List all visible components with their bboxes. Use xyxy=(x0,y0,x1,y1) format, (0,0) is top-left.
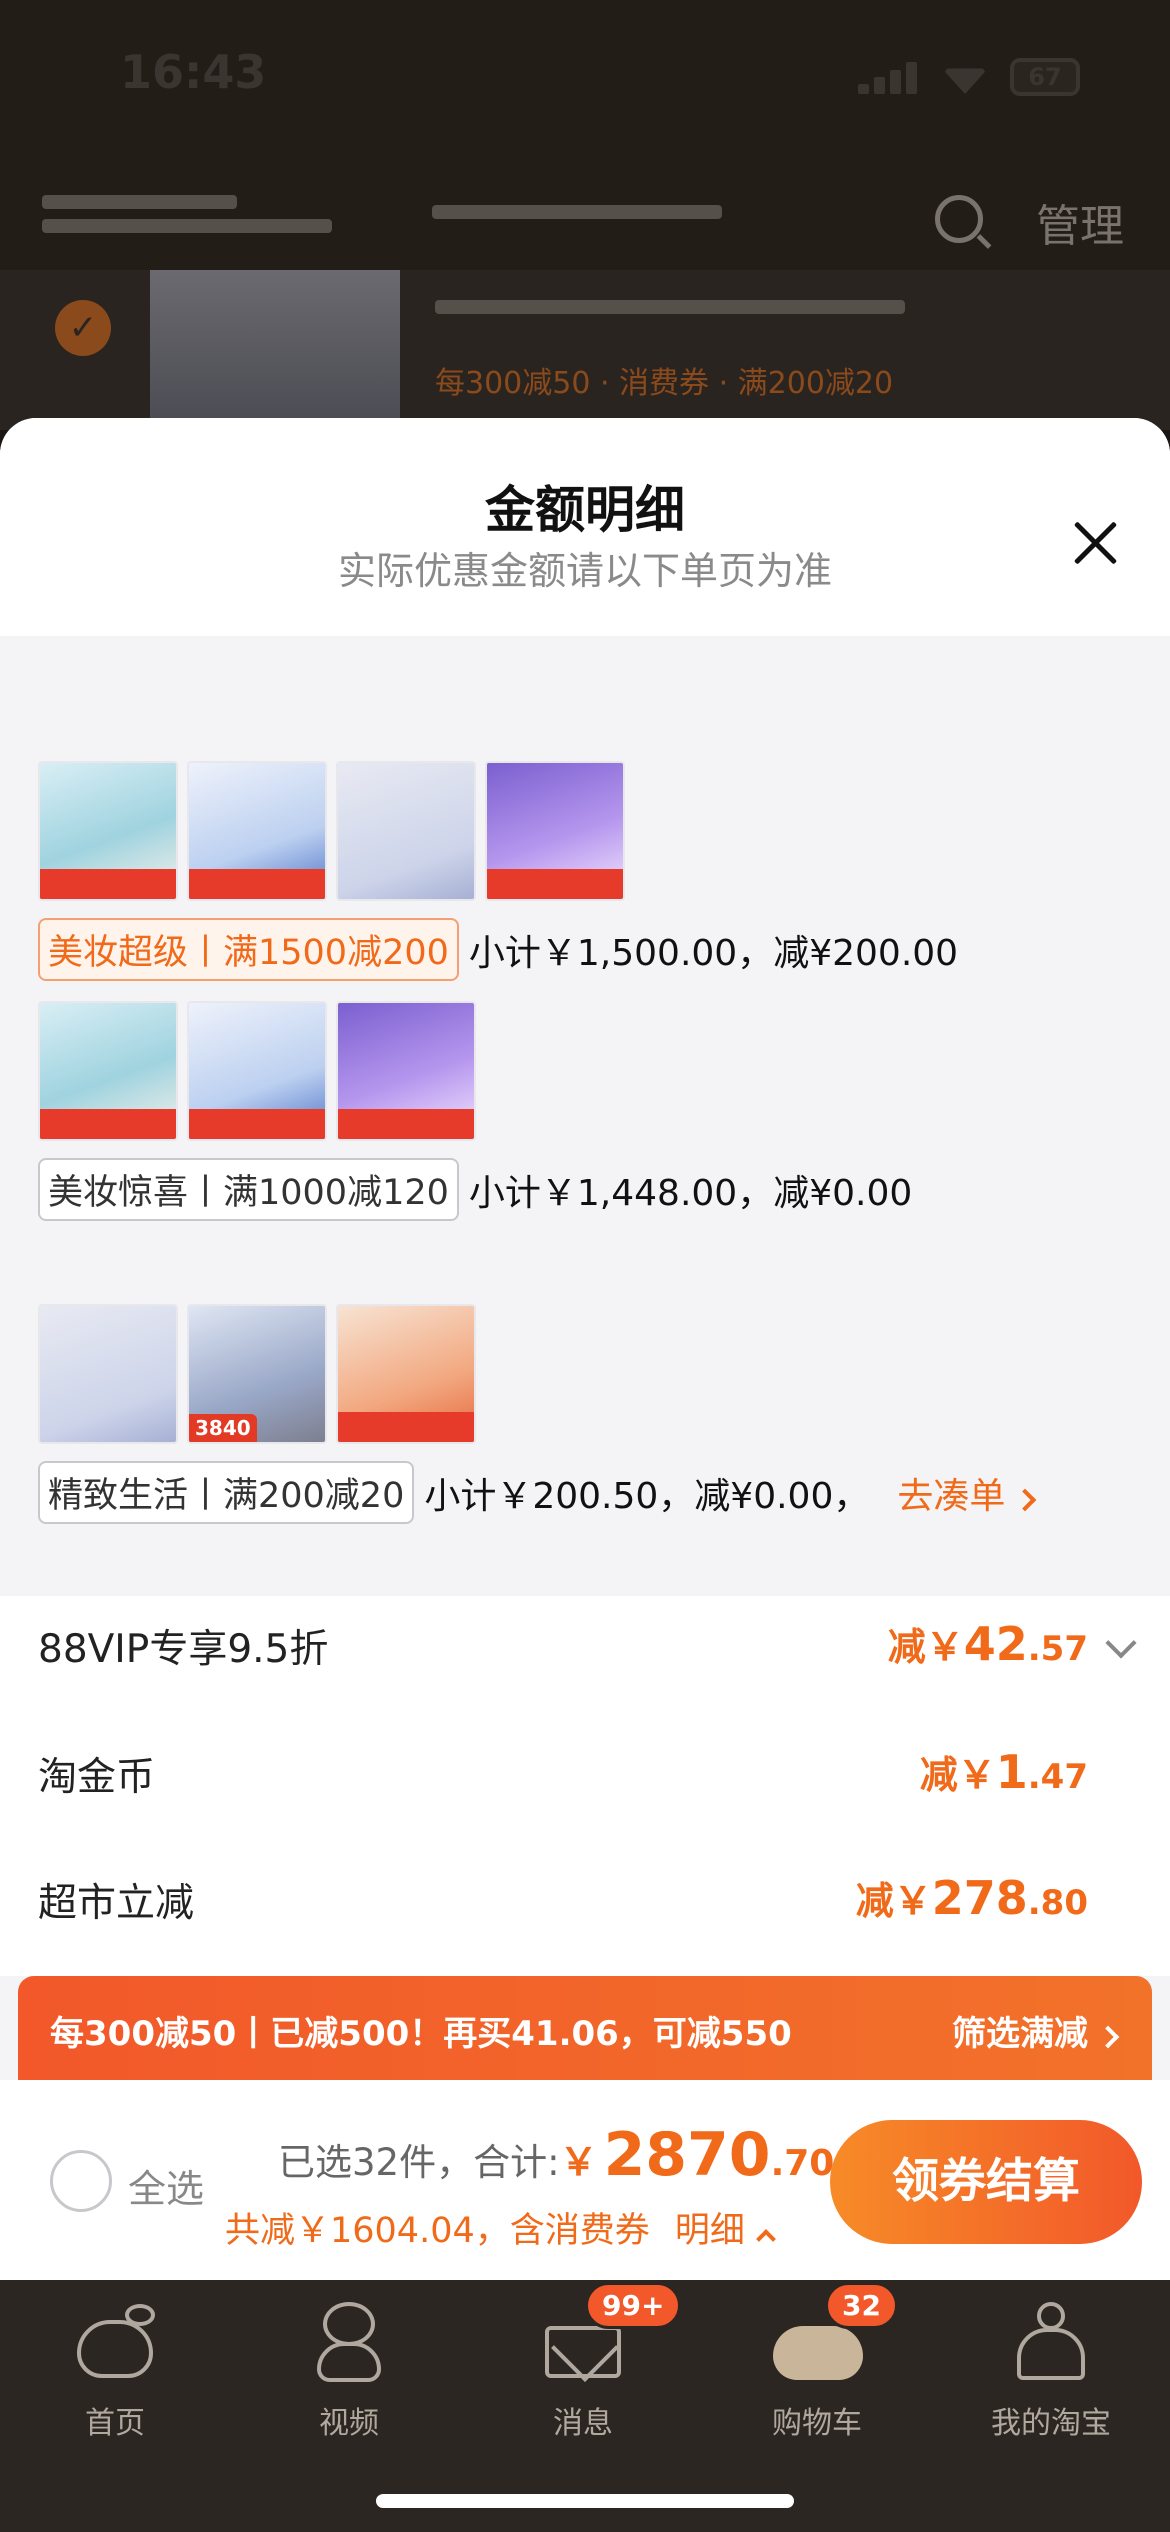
group-thumbnails: 3840 xyxy=(38,1304,476,1444)
promo-tag: 美妆惊喜丨满1000减120 xyxy=(38,1158,459,1221)
discount-value: 减￥278.80 xyxy=(855,1871,1088,1925)
group-subtotal: 小计￥1,500.00，减¥200.00 xyxy=(468,932,959,974)
product-thumbnail xyxy=(336,1304,476,1444)
discount-value: 减￥1.47 xyxy=(919,1745,1088,1799)
tab-messages[interactable]: 99+ 消息 xyxy=(483,2282,683,2442)
status-icons: 67 xyxy=(858,58,1080,96)
tab-profile[interactable]: 我的淘宝 xyxy=(951,2298,1151,2442)
header-bar: 管理 xyxy=(0,175,1170,270)
group-summary-row: 精致生活丨满200减20 小计￥200.50，减¥0.00， 去凑单 xyxy=(38,1461,1037,1524)
discount-value: 减￥42.57 xyxy=(887,1617,1088,1671)
total-summary: 已选32件，合计: ￥ 2870.70 xyxy=(278,2120,835,2190)
discount-row-coins: 淘金币 减￥1.47 xyxy=(0,1724,1170,1824)
group-summary-row: 美妆惊喜丨满1000减120 小计￥1,448.00，减¥0.00 xyxy=(38,1158,912,1221)
background-page: 16:43 67 管理 ✓ 每300减50 · 消费券 · 满200减20 xyxy=(0,0,1170,430)
sheet-title: 金额明细 xyxy=(485,481,685,539)
chevron-down-icon[interactable] xyxy=(1105,1627,1137,1659)
discount-label: 88VIP专享9.5折 xyxy=(38,1627,329,1672)
background-promo-text: 每300减50 · 消费券 · 满200减20 xyxy=(435,366,894,401)
tab-home[interactable]: 首页 xyxy=(15,2298,215,2442)
product-thumbnail xyxy=(150,270,400,430)
tab-cart[interactable]: 32 购物车 xyxy=(717,2282,917,2442)
envelope-icon: 99+ xyxy=(535,2282,682,2384)
discount-row-supermarket: 超市立减 减￥278.80 xyxy=(0,1850,1170,1950)
wifi-icon xyxy=(942,68,988,94)
cake-icon xyxy=(1003,2298,1099,2384)
status-bar: 16:43 67 xyxy=(0,0,1170,150)
filter-discount-link[interactable]: 筛选满减 xyxy=(952,2006,1120,2055)
discount-label: 淘金币 xyxy=(38,1755,156,1800)
group-subtotal: 小计￥1,448.00，减¥0.00 xyxy=(468,1172,913,1214)
cart-badge: 32 xyxy=(825,2282,898,2329)
checkmark-icon: ✓ xyxy=(55,300,111,356)
search-icon[interactable] xyxy=(935,195,983,243)
group-thumbnails: 699 234 199 xyxy=(38,1001,476,1141)
group-summary-row: 美妆超级丨满1500减200 小计￥1,500.00，减¥200.00 xyxy=(38,918,958,981)
blurred-text xyxy=(42,195,237,209)
add-items-link[interactable]: 去凑单 xyxy=(897,1467,1037,1519)
background-product-row: ✓ 每300减50 · 消费券 · 满200减20 xyxy=(0,270,1170,430)
promo-banner: 每300减50丨已减500！再买41.06，可减550 筛选满减 xyxy=(18,1976,1152,2080)
select-all-label[interactable]: 全选 xyxy=(128,2158,204,2213)
product-thumbnail: 234 xyxy=(187,1001,327,1141)
product-thumbnail: 699 xyxy=(38,761,178,901)
checkout-bar: 全选 已选32件，合计: ￥ 2870.70 共减￥1604.04，含消费券 明细… xyxy=(0,2080,1170,2280)
close-icon[interactable] xyxy=(1065,513,1125,573)
blurred-text xyxy=(432,205,722,219)
chevron-up-icon xyxy=(756,2229,776,2249)
promo-groups: 699 234 199 美妆超级丨满1500减200 小计￥1,500.00，减… xyxy=(0,636,1170,1596)
status-time: 16:43 xyxy=(120,45,267,99)
detail-toggle[interactable]: 明细 xyxy=(675,2211,745,2251)
discount-list: 88VIP专享9.5折 减￥42.57 淘金币 减￥1.47 超市立减 减￥27… xyxy=(0,1596,1170,1976)
promo-banner-text: 每300减50丨已减500！再买41.06，可减550 xyxy=(50,2014,792,2054)
promo-tag: 美妆超级丨满1500减200 xyxy=(38,918,459,981)
chevron-right-icon xyxy=(1096,2025,1120,2049)
promo-tag: 精致生活丨满200减20 xyxy=(38,1461,415,1524)
select-all-checkbox[interactable] xyxy=(50,2150,112,2212)
discount-row-vip[interactable]: 88VIP专享9.5折 减￥42.57 xyxy=(0,1596,1170,1696)
total-price: ￥ 2870.70 xyxy=(559,2120,835,2190)
group-thumbnails: 699 234 199 xyxy=(38,761,625,901)
bear-icon xyxy=(301,2298,397,2384)
checkout-button[interactable]: 领券结算 xyxy=(830,2120,1142,2244)
product-thumbnail: 3840 xyxy=(187,1304,327,1444)
product-thumbnail xyxy=(38,1304,178,1444)
saved-summary[interactable]: 共减￥1604.04，含消费券 明细 xyxy=(225,2202,776,2253)
message-badge: 99+ xyxy=(585,2282,682,2329)
blurred-text xyxy=(42,219,332,233)
hello-kitty-icon xyxy=(67,2298,163,2384)
group-subtotal: 小计￥200.50，减¥0.00， xyxy=(424,1475,870,1517)
amount-detail-sheet: 金额明细 实际优惠金额请以下单页为准 699 234 199 美妆超级丨满150… xyxy=(0,418,1170,2280)
bottom-tabbar: 首页 视频 99+ 消息 32 购物车 我的淘宝 xyxy=(0,2280,1170,2532)
home-indicator xyxy=(376,2494,794,2508)
manage-button[interactable]: 管理 xyxy=(1036,190,1124,254)
blurred-text xyxy=(435,300,905,314)
battery-icon: 67 xyxy=(1010,58,1080,96)
cart-icon: 32 xyxy=(769,2282,898,2384)
signal-icon xyxy=(858,60,920,94)
sheet-header: 金额明细 实际优惠金额请以下单页为准 xyxy=(0,418,1170,636)
sheet-subtitle: 实际优惠金额请以下单页为准 xyxy=(337,549,832,593)
product-thumbnail: 199 xyxy=(485,761,625,901)
chevron-right-icon xyxy=(1014,1488,1037,1511)
product-thumbnail xyxy=(336,761,476,901)
product-thumbnail: 234 xyxy=(187,761,327,901)
product-thumbnail: 199 xyxy=(336,1001,476,1141)
product-thumbnail: 699 xyxy=(38,1001,178,1141)
tab-video[interactable]: 视频 xyxy=(249,2298,449,2442)
discount-label: 超市立减 xyxy=(38,1881,195,1926)
